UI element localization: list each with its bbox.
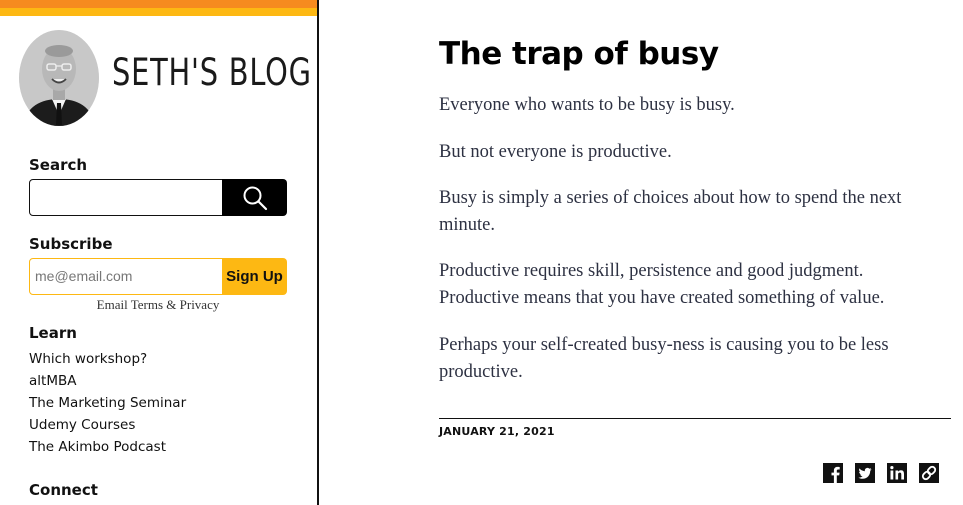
search-icon xyxy=(243,186,267,210)
learn-label: Learn xyxy=(29,324,77,342)
post-paragraph: Everyone who wants to be busy is busy. xyxy=(439,95,735,115)
twitter-icon[interactable] xyxy=(855,463,875,483)
learn-item-which-workshop[interactable]: Which workshop? xyxy=(29,348,186,370)
facebook-icon[interactable] xyxy=(823,463,843,483)
learn-item-akimbo-podcast[interactable]: The Akimbo Podcast xyxy=(29,436,186,458)
link-icon[interactable] xyxy=(919,463,939,483)
email-placeholder: me@email.com xyxy=(35,268,133,284)
email-terms-link[interactable]: Email Terms & Privacy xyxy=(29,297,287,313)
post-paragraph: But not everyone is productive. xyxy=(439,142,672,162)
subscribe-label: Subscribe xyxy=(29,235,113,253)
learn-list: Which workshop? altMBA The Marketing Sem… xyxy=(29,348,186,458)
header-stripe-yellow xyxy=(0,8,317,16)
post-paragraph: Perhaps your self-created busy-ness is c… xyxy=(439,335,889,382)
search-button[interactable] xyxy=(222,179,287,216)
learn-item-udemy-courses[interactable]: Udemy Courses xyxy=(29,414,186,436)
blog-title[interactable]: SETH'S BLOG xyxy=(112,50,312,96)
connect-label: Connect xyxy=(29,481,98,499)
post-paragraph: Productive requires skill, persistence a… xyxy=(439,261,885,308)
post-title[interactable]: The trap of busy xyxy=(439,36,719,72)
header-stripe-orange xyxy=(0,0,317,8)
sign-up-button[interactable]: Sign Up xyxy=(222,258,287,295)
post-divider xyxy=(439,418,951,419)
post-date[interactable]: JANUARY 21, 2021 xyxy=(439,425,555,438)
email-field[interactable]: me@email.com xyxy=(29,258,223,295)
post-paragraph: Busy is simply a series of choices about… xyxy=(439,188,902,235)
sidebar: SETH'S BLOG Search Subscribe me@email.co… xyxy=(0,0,319,505)
linkedin-icon[interactable] xyxy=(887,463,907,483)
learn-item-marketing-seminar[interactable]: The Marketing Seminar xyxy=(29,392,186,414)
search-label: Search xyxy=(29,156,88,174)
search-input[interactable] xyxy=(29,179,223,216)
learn-item-altmba[interactable]: altMBA xyxy=(29,370,186,392)
avatar[interactable] xyxy=(18,29,100,127)
